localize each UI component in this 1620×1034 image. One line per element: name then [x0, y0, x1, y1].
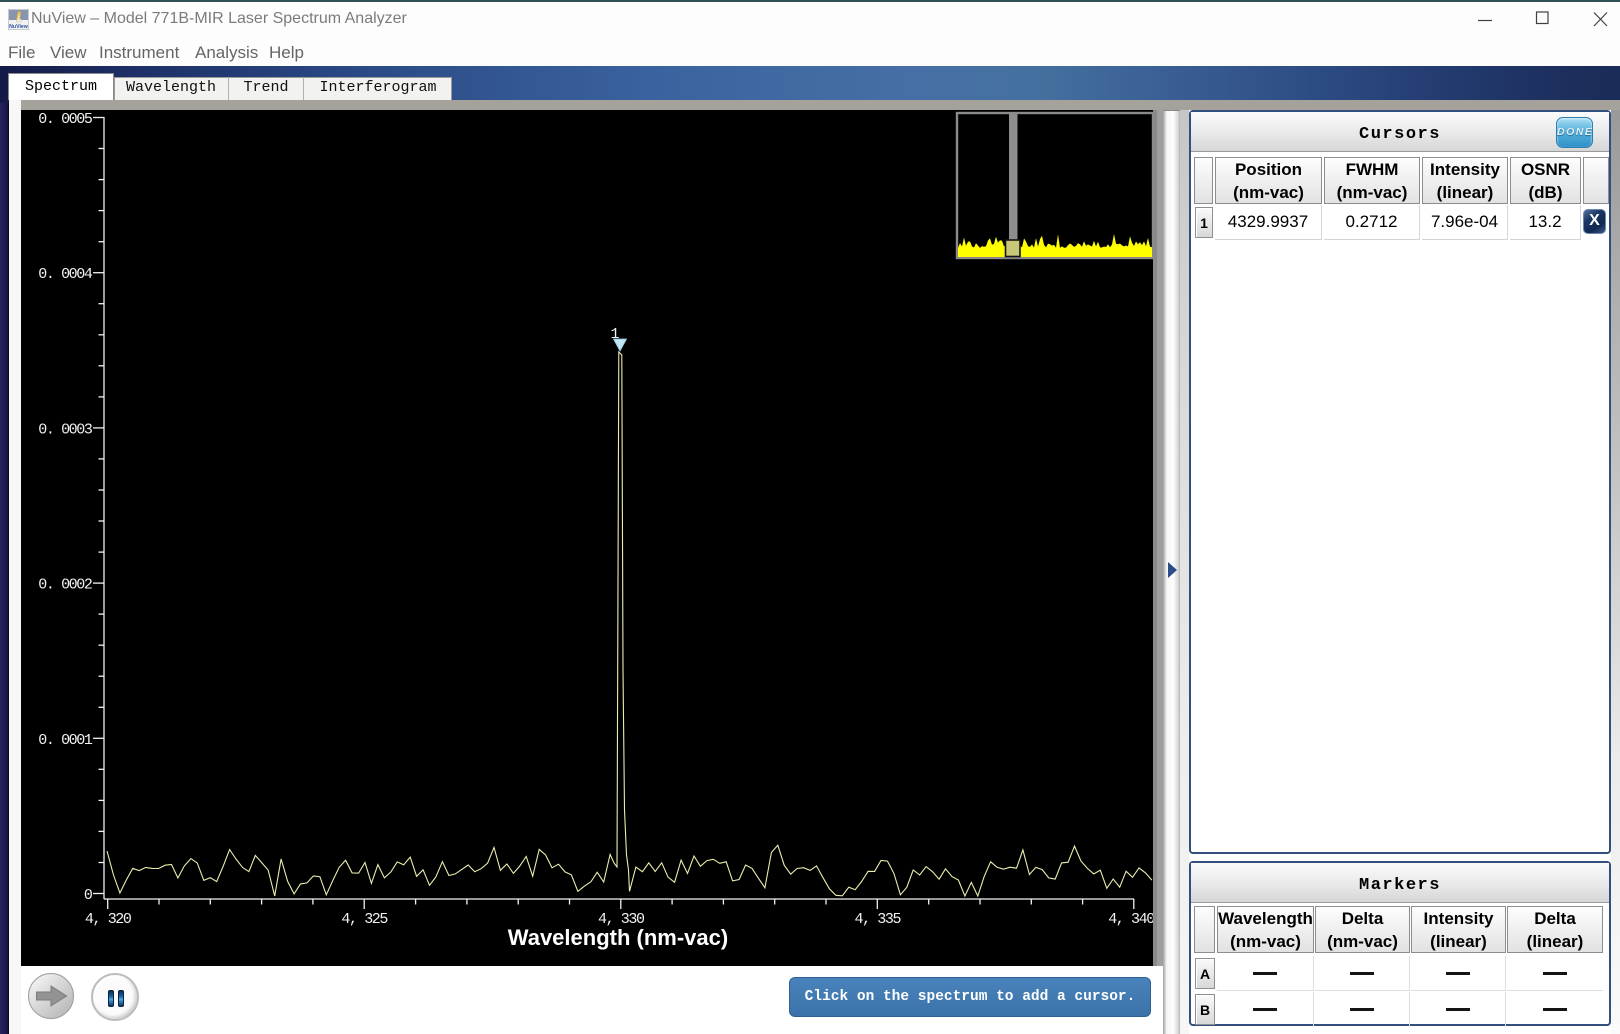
svg-text:4, 325: 4, 325 [341, 911, 388, 928]
svg-text:NuView: NuView [9, 24, 29, 30]
svg-text:0. 0003: 0. 0003 [38, 421, 93, 438]
svg-text:Wavelength (nm-vac): Wavelength (nm-vac) [508, 925, 728, 950]
svg-text:0. 0004: 0. 0004 [38, 266, 93, 283]
svg-text:4, 335: 4, 335 [854, 911, 901, 928]
svg-text:4, 340: 4, 340 [1108, 911, 1153, 928]
svg-text:0. 0002: 0. 0002 [38, 577, 92, 594]
svg-text:0: 0 [84, 887, 93, 904]
svg-text:4, 320: 4, 320 [85, 911, 132, 928]
svg-text:0. 0005: 0. 0005 [38, 111, 93, 128]
svg-text:0. 0001: 0. 0001 [38, 732, 93, 749]
